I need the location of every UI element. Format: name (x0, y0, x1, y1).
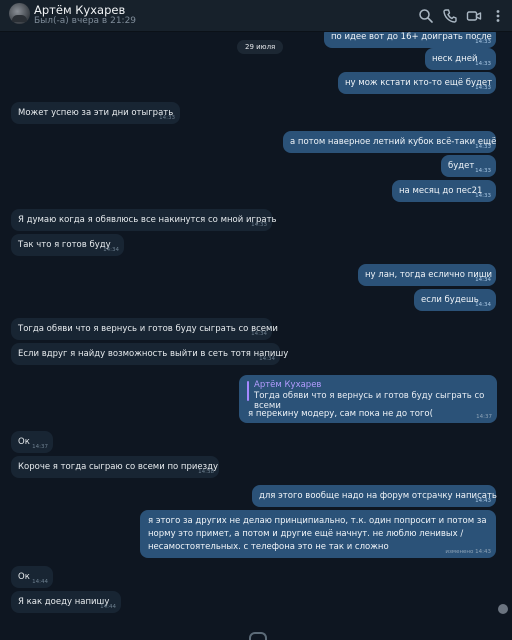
message-text: Ок (18, 437, 30, 447)
message-time: 14:38 (198, 469, 214, 475)
message-text: Я как доеду напишу (18, 597, 110, 607)
contact-name[interactable]: Артём Кухарев (34, 3, 125, 17)
message-time: 14:34 (259, 356, 275, 362)
contact-status: Был(-а) вчера в 21:29 (34, 16, 137, 26)
message-incoming[interactable]: Короче я тогда сыграю со всеми по приезд… (11, 456, 219, 478)
video-icon[interactable] (466, 8, 482, 24)
message-incoming[interactable]: Я как доеду напишу 14:44 (11, 591, 121, 613)
message-text: я перекину модеру, сам пока не до того( (248, 409, 433, 419)
message-text: я этого за других не делаю принципиально… (148, 516, 487, 552)
chat-header: Артём Кухарев Был(-а) вчера в 21:29 (0, 0, 512, 32)
date-separator: 29 июля (237, 40, 284, 54)
message-outgoing[interactable]: будет 14:33 (441, 155, 496, 177)
message-time: 14:33 (251, 222, 267, 228)
message-outgoing-reply[interactable]: Артём Кухарев Тогда обяви что я вернусь … (239, 375, 497, 423)
message-text: ну мож кстати кто-то ещё будет (345, 78, 493, 88)
reply-quote[interactable]: Тогда обяви что я вернусь и готов буду с… (254, 391, 497, 411)
message-incoming[interactable]: Тогда обяви что я вернусь и готов буду с… (11, 318, 278, 340)
message-outgoing[interactable]: а потом наверное летний кубок всё-таки е… (283, 131, 496, 153)
message-outgoing[interactable]: на месяц до пес21 14:33 (392, 180, 496, 202)
message-time: 14:37 (476, 414, 492, 420)
message-time: 14:44 (32, 579, 48, 585)
message-text: Я думаю когда я обявлюсь все накинутся с… (18, 215, 277, 225)
message-time: 14:33 (475, 85, 491, 91)
more-vertical-icon[interactable] (490, 8, 506, 24)
message-text: Так что я готов буду (18, 240, 111, 250)
message-time: изменено 14:43 (445, 549, 491, 555)
search-icon[interactable] (418, 8, 434, 24)
message-text: Может успею за эти дни отыграть (18, 108, 174, 118)
message-outgoing[interactable]: ну лан, тогда еслично пиши 14:34 (358, 264, 496, 286)
message-text: по идее вот до 16+ доиграть после (331, 32, 492, 42)
message-time: 14:33 (475, 144, 491, 150)
message-time: 14:34 (475, 277, 491, 283)
message-text: для этого вообще надо на форум отсрачку … (259, 491, 497, 501)
scroll-avatar[interactable] (498, 604, 508, 614)
message-text: Ок (18, 572, 30, 582)
phone-icon[interactable] (442, 8, 458, 24)
message-time: 14:33 (475, 39, 491, 45)
message-outgoing[interactable]: по идее вот до 16+ доиграть после 14:33 (324, 32, 496, 48)
reply-author[interactable]: Артём Кухарев (254, 380, 321, 390)
message-time: 14:37 (32, 444, 48, 450)
message-text: Короче я тогда сыграю со всеми по приезд… (18, 462, 219, 472)
message-incoming[interactable]: Может успею за эти дни отыграть 14:33 (11, 102, 180, 124)
message-time: 14:43 (475, 498, 491, 504)
message-time: 14:44 (100, 604, 116, 610)
message-outgoing[interactable]: неск дней 14:33 (425, 48, 496, 70)
message-outgoing[interactable]: я этого за других не делаю принципиально… (140, 510, 496, 558)
message-text: Если вдруг я найду возможность выйти в с… (18, 349, 289, 359)
message-text: будет (448, 161, 475, 171)
telegram-logo-icon (249, 632, 267, 640)
message-time: 14:33 (475, 61, 491, 67)
message-incoming[interactable]: Ок 14:44 (11, 566, 53, 588)
message-text: а потом наверное летний кубок всё-таки е… (290, 137, 497, 147)
message-incoming[interactable]: Я думаю когда я обявлюсь все накинутся с… (11, 209, 277, 231)
message-incoming[interactable]: Так что я готов буду 14:34 (11, 234, 124, 256)
message-text: если будешь (421, 295, 479, 305)
message-text: Тогда обяви что я вернусь и готов буду с… (18, 324, 278, 334)
message-text: неск дней (432, 54, 478, 64)
message-time: 14:33 (475, 168, 491, 174)
message-time: 14:34 (475, 302, 491, 308)
reply-accent-bar (247, 381, 249, 401)
contact-avatar[interactable] (9, 3, 30, 24)
message-time: 14:33 (475, 193, 491, 199)
message-time: 14:33 (159, 115, 175, 121)
message-time: 14:34 (103, 247, 119, 253)
message-incoming[interactable]: Ок 14:37 (11, 431, 53, 453)
message-text: ну лан, тогда еслично пиши (365, 270, 493, 280)
message-list[interactable]: 29 июля по идее вот до 16+ доиграть посл… (0, 32, 512, 640)
message-outgoing[interactable]: ну мож кстати кто-то ещё будет 14:33 (338, 72, 496, 94)
message-incoming[interactable]: Если вдруг я найду возможность выйти в с… (11, 343, 288, 365)
message-time: 14:34 (251, 331, 267, 337)
message-outgoing[interactable]: если будешь 14:34 (414, 289, 496, 311)
message-outgoing[interactable]: для этого вообще надо на форум отсрачку … (252, 485, 497, 507)
message-text: на месяц до пес21 (399, 186, 483, 196)
